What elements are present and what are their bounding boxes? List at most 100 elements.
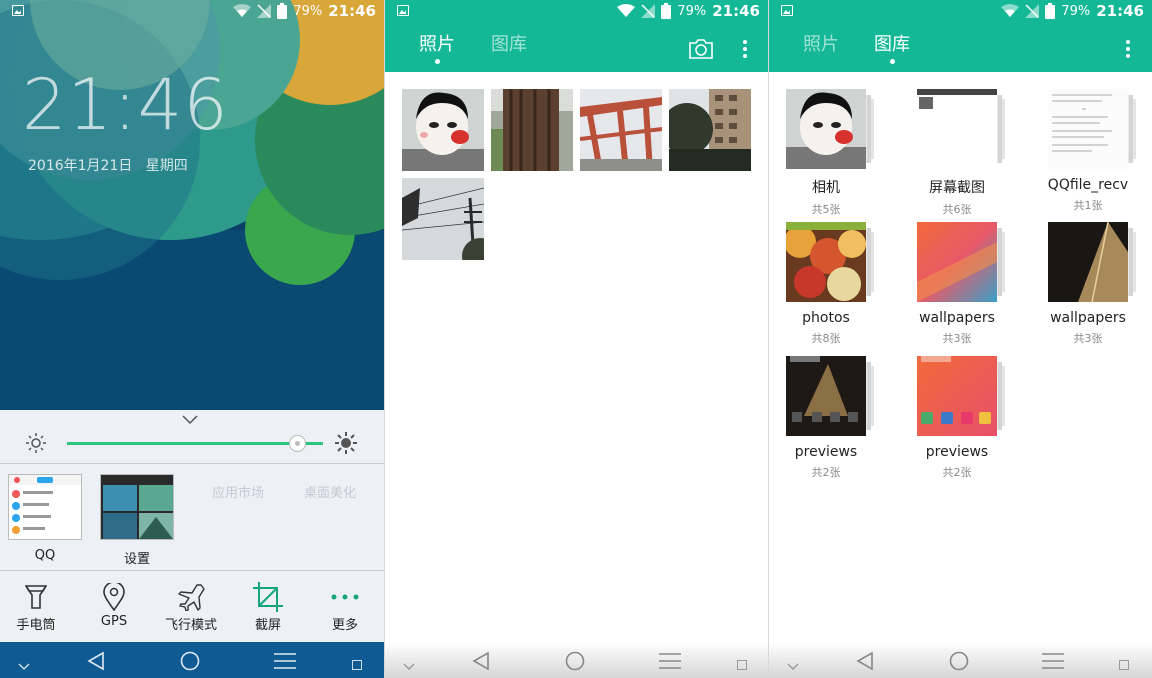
album-cover <box>917 356 1005 436</box>
flashlight-icon <box>25 585 47 609</box>
album-photos[interactable]: photos 共8张 <box>771 222 881 346</box>
brightness-knob[interactable] <box>288 435 306 452</box>
album-wallpapers[interactable]: wallpapers 共3张 <box>902 222 1012 346</box>
lockscreen-panel: 79% 21:46 21:46 2016年1月21日 星期四 应用市场 桌面美化 <box>0 0 384 678</box>
overflow-menu-icon[interactable] <box>743 40 747 61</box>
nav-bar <box>769 642 1152 678</box>
qs-more[interactable]: 更多 <box>315 580 375 633</box>
tab-photos[interactable]: 照片 <box>803 30 839 56</box>
battery-icon <box>661 3 672 19</box>
app-bar: 79% 21:46 照片 图库 <box>769 0 1152 72</box>
wallpaper <box>0 0 384 410</box>
photo-thumbnail[interactable] <box>669 89 751 171</box>
photo-thumbnail[interactable] <box>491 89 573 171</box>
qs-label: GPS <box>100 614 128 629</box>
album-cover <box>786 356 874 436</box>
battery-icon <box>277 3 288 19</box>
album-count: 共1张 <box>1073 199 1103 212</box>
nav-chevron-down-icon[interactable] <box>18 656 30 675</box>
battery-percent: 79% <box>1061 3 1091 19</box>
album-name: wallpapers <box>919 310 995 326</box>
gallery-notification-icon <box>397 5 409 16</box>
album-previews[interactable]: previews 共2张 <box>902 356 1012 480</box>
album-count: 共6张 <box>942 203 972 216</box>
lock-weekday: 星期四 <box>145 158 188 174</box>
nav-keyboard-icon[interactable] <box>737 655 747 674</box>
nav-chevron-down-icon[interactable] <box>403 656 415 675</box>
album-name: QQfile_recv <box>1047 177 1129 193</box>
album-name: previews <box>794 444 858 460</box>
nav-home-icon[interactable] <box>180 651 200 675</box>
ghost-label-app-market: 应用市场 <box>212 486 265 501</box>
status-bar: 79% 21:46 <box>769 0 1152 24</box>
qs-screenshot[interactable]: 截屏 <box>238 580 298 633</box>
recent-app-label: 设置 <box>123 552 150 567</box>
album-name: 相机 <box>812 180 840 196</box>
location-pin-icon <box>103 583 125 611</box>
tab-gallery[interactable]: 图库 <box>491 30 527 56</box>
qs-label: 手电筒 <box>16 618 56 633</box>
qs-airplane[interactable]: 飞行模式 <box>161 580 221 633</box>
recent-app-thumbnail <box>8 474 82 540</box>
nav-back-icon[interactable] <box>855 651 875 675</box>
no-signal-icon <box>257 4 272 18</box>
album-count: 共3张 <box>942 332 972 345</box>
overflow-menu-icon[interactable] <box>1126 40 1130 61</box>
lock-clock: 21:46 <box>22 64 229 146</box>
qs-label: 截屏 <box>254 618 281 633</box>
album-wallpapers[interactable]: wallpapers 共3张 <box>1033 221 1143 346</box>
photos-panel: 79% 21:46 照片 图库 <box>384 0 768 678</box>
nav-home-icon[interactable] <box>949 651 969 675</box>
wifi-icon <box>233 4 252 18</box>
nav-keyboard-icon[interactable] <box>352 655 362 674</box>
album-name: wallpapers <box>1050 310 1126 326</box>
tab-gallery[interactable]: 图库 <box>874 30 910 56</box>
status-time: 21:46 <box>712 2 760 20</box>
photo-thumbnail[interactable] <box>580 89 662 171</box>
album-count: 共8张 <box>811 332 841 345</box>
album-name: previews <box>925 444 989 460</box>
camera-icon[interactable] <box>688 38 714 64</box>
battery-percent: 79% <box>293 3 323 19</box>
album-name: photos <box>802 310 850 326</box>
brightness-high-icon <box>335 432 357 458</box>
nav-back-icon[interactable] <box>471 651 491 675</box>
nav-menu-icon[interactable] <box>1042 653 1064 673</box>
no-signal-icon <box>641 4 656 18</box>
status-time: 21:46 <box>1096 2 1144 20</box>
collapse-chevron-icon[interactable] <box>182 410 198 429</box>
nav-bar <box>0 642 384 678</box>
notification-shade: 应用市场 桌面美化 QQ 设置 手电筒 GPS 飞行模式 截屏 更多 <box>0 410 384 642</box>
brightness-slider[interactable] <box>0 430 384 460</box>
album-previews[interactable]: previews 共2张 <box>771 356 881 480</box>
status-bar: 79% 21:46 <box>0 0 384 24</box>
recent-app-settings[interactable]: 设置 <box>100 474 174 567</box>
nav-bar <box>385 642 768 678</box>
photo-thumbnail[interactable] <box>402 89 484 171</box>
album-screenshots[interactable]: 屏幕截图 共6张 <box>902 89 1012 217</box>
nav-menu-icon[interactable] <box>274 653 296 673</box>
nav-chevron-down-icon[interactable] <box>787 656 799 675</box>
gallery-panel: 79% 21:46 照片 图库 相机 共5张 屏幕截图 共6张 QQfile_r… <box>768 0 1152 678</box>
nav-home-icon[interactable] <box>565 651 585 675</box>
qs-label: 更多 <box>331 618 358 633</box>
status-bar: 79% 21:46 <box>385 0 768 24</box>
ghost-label-desktop: 桌面美化 <box>304 486 357 501</box>
wifi-icon <box>617 4 636 18</box>
album-count: 共3张 <box>1073 332 1103 345</box>
qs-label: 飞行模式 <box>164 618 217 633</box>
album-qqfile-recv[interactable]: QQfile_recv 共1张 <box>1033 89 1143 213</box>
nav-menu-icon[interactable] <box>659 653 681 673</box>
photo-thumbnail[interactable] <box>402 178 484 260</box>
album-camera[interactable]: 相机 共5张 <box>771 89 881 217</box>
gallery-notification-icon <box>781 5 793 16</box>
tab-photos[interactable]: 照片 <box>419 30 455 56</box>
nav-keyboard-icon[interactable] <box>1119 655 1129 674</box>
qs-gps[interactable]: GPS <box>84 580 144 629</box>
battery-icon <box>1045 3 1056 19</box>
wifi-icon <box>1001 4 1020 18</box>
nav-back-icon[interactable] <box>86 651 106 675</box>
recent-app-qq[interactable]: QQ <box>8 474 82 563</box>
active-tab-indicator <box>890 59 895 64</box>
qs-flashlight[interactable]: 手电筒 <box>6 580 66 633</box>
